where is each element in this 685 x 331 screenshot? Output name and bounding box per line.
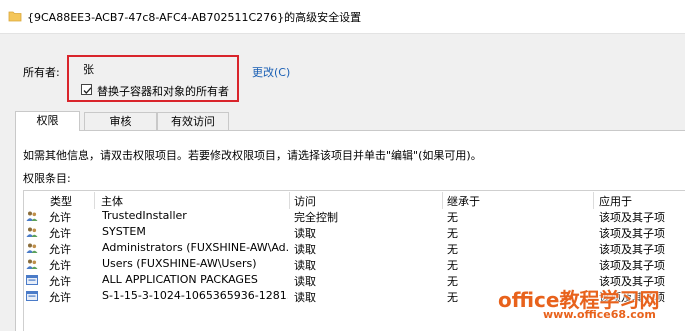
replace-owner-label[interactable]: 替换子容器和对象的所有者 <box>97 83 229 99</box>
cell-type: 允许 <box>49 291 71 304</box>
column-divider[interactable] <box>593 192 594 209</box>
cell-applies-to: 该项及其子项 <box>599 259 665 272</box>
cell-type: 允许 <box>49 211 71 224</box>
column-header-access[interactable]: 访问 <box>294 193 316 209</box>
info-text: 如需其他信息，请双击权限项目。若要修改权限项目，请选择该项目并单击"编辑"(如果… <box>23 149 482 162</box>
cell-inherited-from: 无 <box>447 275 458 288</box>
permission-entries-label: 权限条目: <box>23 172 71 185</box>
cell-principal: SYSTEM <box>102 225 146 238</box>
change-owner-link[interactable]: 更改(C) <box>252 64 290 80</box>
user-group-icon <box>26 259 38 269</box>
checkmark-icon <box>83 87 92 94</box>
cell-applies-to: 该项及其子项 <box>599 211 665 224</box>
column-divider[interactable] <box>94 192 95 209</box>
cell-principal: S-1-15-3-1024-1065365936-1281... <box>102 289 288 302</box>
cell-type: 允许 <box>49 275 71 288</box>
cell-applies-to: 该项及其子项 <box>599 243 665 256</box>
cell-inherited-from: 无 <box>447 259 458 272</box>
cell-type: 允许 <box>49 243 71 256</box>
column-header-inherited-from[interactable]: 继承于 <box>447 193 480 209</box>
cell-inherited-from: 无 <box>447 211 458 224</box>
user-group-icon <box>26 211 38 221</box>
cell-principal: Administrators (FUXSHINE-AW\Ad... <box>102 241 288 254</box>
column-header-applies-to[interactable]: 应用于 <box>599 193 632 209</box>
title-bar: {9CA88EE3-ACB7-47c8-AFC4-AB702511C276}的高… <box>0 0 685 34</box>
column-divider[interactable] <box>289 192 290 209</box>
cell-access: 读取 <box>294 275 316 288</box>
cell-inherited-from: 无 <box>447 227 458 240</box>
table-row[interactable]: 允许 TrustedInstaller 完全控制 无 该项及其子项 <box>24 208 684 224</box>
user-group-icon <box>26 243 38 253</box>
cell-access: 完全控制 <box>294 211 338 224</box>
owner-name: 张 <box>83 63 94 76</box>
cell-applies-to: 该项及其子项 <box>599 227 665 240</box>
cell-access: 读取 <box>294 243 316 256</box>
cell-inherited-from: 无 <box>447 243 458 256</box>
cell-access: 读取 <box>294 227 316 240</box>
cell-inherited-from: 无 <box>447 291 458 304</box>
table-row[interactable]: 允许 Users (FUXSHINE-AW\Users) 读取 无 该项及其子项 <box>24 256 684 272</box>
cell-type: 允许 <box>49 259 71 272</box>
cell-type: 允许 <box>49 227 71 240</box>
watermark-url: www.office68.com <box>543 308 656 321</box>
tab-permissions[interactable]: 权限 <box>15 111 80 131</box>
app-package-icon <box>26 275 38 285</box>
app-package-icon <box>26 291 38 301</box>
window-title: {9CA88EE3-ACB7-47c8-AFC4-AB702511C276}的高… <box>27 11 362 24</box>
cell-principal: ALL APPLICATION PACKAGES <box>102 273 258 286</box>
cell-access: 读取 <box>294 259 316 272</box>
tab-auditing[interactable]: 审核 <box>84 112 157 130</box>
table-row[interactable]: 允许 SYSTEM 读取 无 该项及其子项 <box>24 224 684 240</box>
table-row[interactable]: 允许 Administrators (FUXSHINE-AW\Ad... 读取 … <box>24 240 684 256</box>
owner-label: 所有者: <box>23 66 60 79</box>
column-header-type[interactable]: 类型 <box>50 193 72 209</box>
replace-owner-checkbox[interactable] <box>81 84 92 95</box>
user-group-icon <box>26 227 38 237</box>
cell-access: 读取 <box>294 291 316 304</box>
cell-principal: Users (FUXSHINE-AW\Users) <box>102 257 257 270</box>
tab-effective-access[interactable]: 有效访问 <box>157 112 229 130</box>
column-divider[interactable] <box>442 192 443 209</box>
column-header-principal[interactable]: 主体 <box>101 193 123 209</box>
folder-icon <box>8 11 22 22</box>
cell-principal: TrustedInstaller <box>102 209 187 222</box>
